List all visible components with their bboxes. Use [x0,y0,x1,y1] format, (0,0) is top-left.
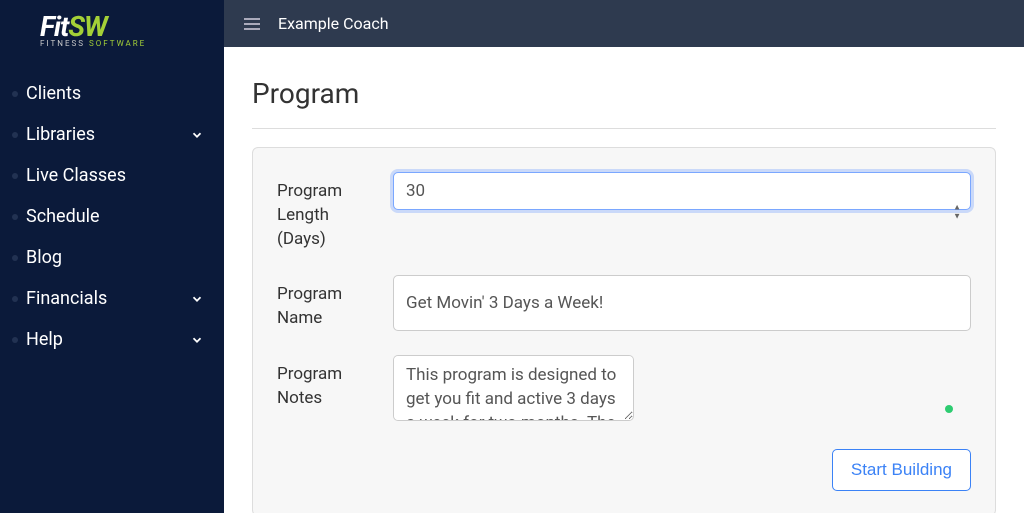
sidebar-item-libraries[interactable]: Libraries [0,114,224,155]
logo-sub-fitness: FITNESS [40,39,85,48]
divider [252,128,996,129]
row-program-notes: Program Notes [277,355,971,425]
sidebar-item-label: Blog [26,247,204,268]
sidebar: FitSW FITNESS SOFTWARE Clients Libraries… [0,0,224,513]
sidebar-item-financials[interactable]: Financials [0,278,224,319]
textarea-program-notes[interactable] [393,355,634,421]
brand-logo: FitSW FITNESS SOFTWARE [0,0,224,63]
number-spinner-icon[interactable]: ▲▼ [953,203,961,220]
sidebar-item-help[interactable]: Help [0,319,224,360]
logo-sub-software: SOFTWARE [89,39,146,48]
nav-dot-icon [12,255,18,261]
label-program-notes: Program Notes [277,355,377,425]
row-program-length: Program Length (Days) ▲▼ [277,172,971,251]
form-actions: Start Building [277,449,971,491]
chevron-down-icon [190,128,204,142]
sidebar-nav: Clients Libraries Live Classes Schedule … [0,73,224,360]
nav-dot-icon [12,132,18,138]
nav-dot-icon [12,173,18,179]
chevron-down-icon [190,292,204,306]
nav-dot-icon [12,214,18,220]
sidebar-item-label: Help [26,329,182,350]
topbar: Example Coach [224,0,1024,47]
content: Program Program Length (Days) ▲▼ Program… [224,47,1024,513]
sidebar-item-live-classes[interactable]: Live Classes [0,155,224,196]
label-program-name: Program Name [277,275,377,331]
nav-dot-icon [12,296,18,302]
start-building-button[interactable]: Start Building [832,449,971,491]
topbar-title: Example Coach [278,14,389,33]
sidebar-item-schedule[interactable]: Schedule [0,196,224,237]
input-program-name[interactable] [393,275,971,331]
sidebar-item-label: Live Classes [26,165,204,186]
chevron-down-icon [190,333,204,347]
nav-dot-icon [12,337,18,343]
sidebar-item-label: Libraries [26,124,182,145]
hamburger-icon[interactable] [244,18,260,30]
sidebar-item-label: Schedule [26,206,204,227]
program-form-card: Program Length (Days) ▲▼ Program Name Pr… [252,147,996,513]
main: Example Coach Program Program Length (Da… [224,0,1024,513]
page-title: Program [252,77,996,110]
sidebar-item-blog[interactable]: Blog [0,237,224,278]
grammar-status-icon [945,405,953,413]
sidebar-item-label: Financials [26,288,182,309]
sidebar-item-label: Clients [26,83,204,104]
input-program-length[interactable] [393,172,971,210]
nav-dot-icon [12,91,18,97]
label-program-length: Program Length (Days) [277,172,377,251]
sidebar-item-clients[interactable]: Clients [0,73,224,114]
row-program-name: Program Name [277,275,971,331]
